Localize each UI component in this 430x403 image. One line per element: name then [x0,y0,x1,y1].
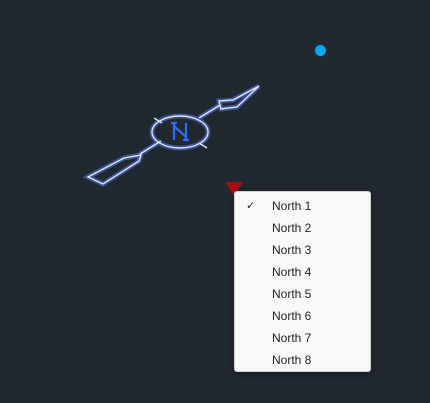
menu-item-label: North 8 [272,353,312,367]
menu-item-north-1[interactable]: ✓ North 1 [235,195,370,217]
menu-item-label: North 3 [272,243,312,257]
menu-item-label: North 6 [272,309,312,323]
menu-item-label: North 1 [272,199,312,213]
north-style-menu: ✓ North 1 North 2 North 3 North 4 North … [234,191,371,372]
menu-item-north-3[interactable]: North 3 [235,239,370,261]
menu-item-label: North 7 [272,331,312,345]
menu-item-label: North 4 [272,265,312,279]
menu-item-north-8[interactable]: North 8 [235,349,370,371]
blue-grip-circle-icon[interactable] [315,45,326,56]
north-arrow-symbol[interactable] [80,80,270,190]
menu-item-north-6[interactable]: North 6 [235,305,370,327]
menu-item-label: North 2 [272,221,312,235]
menu-item-north-4[interactable]: North 4 [235,261,370,283]
menu-item-north-2[interactable]: North 2 [235,217,370,239]
menu-item-label: North 5 [272,287,312,301]
checkmark-icon: ✓ [246,200,256,212]
menu-item-north-5[interactable]: North 5 [235,283,370,305]
menu-item-north-7[interactable]: North 7 [235,327,370,349]
north-letter-n-icon [171,121,189,142]
